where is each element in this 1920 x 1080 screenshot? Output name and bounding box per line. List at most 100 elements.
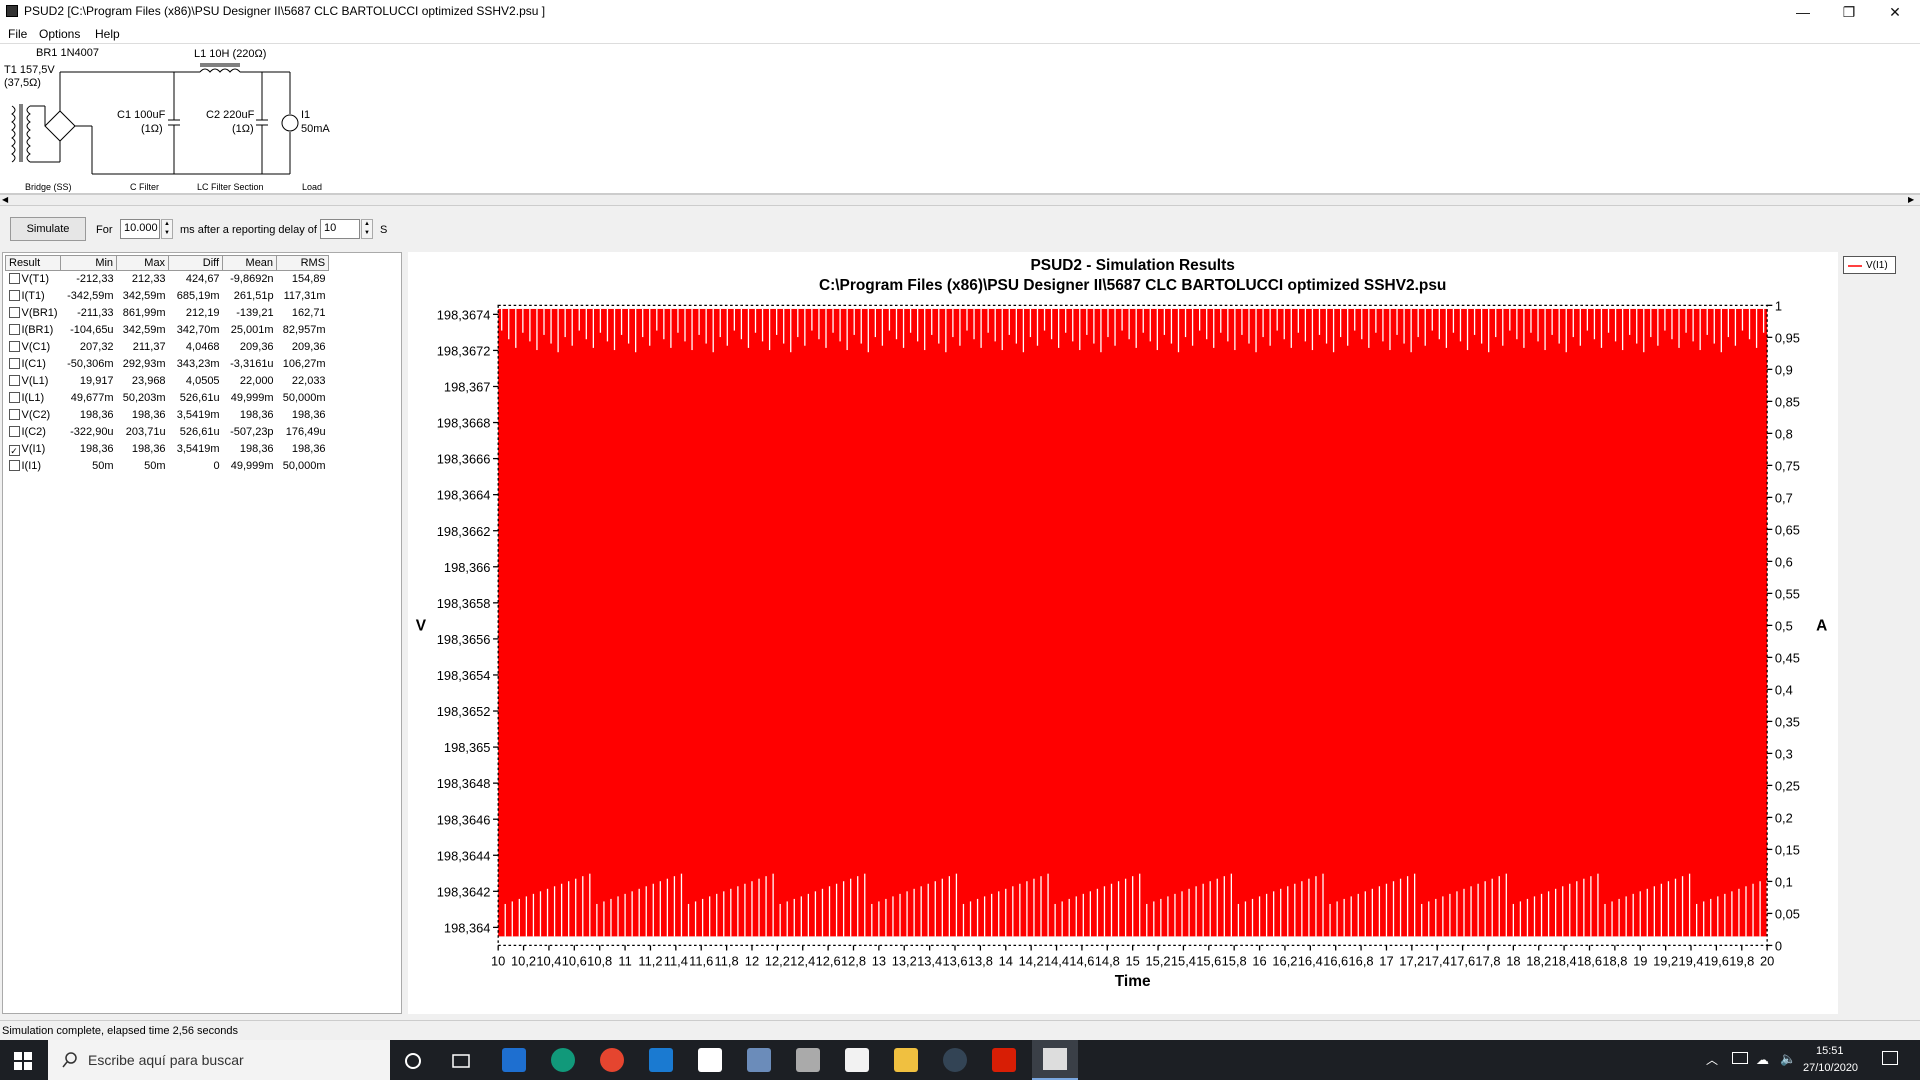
x-tick-label: 12,6: [816, 954, 841, 969]
notifications-icon[interactable]: [1882, 1051, 1898, 1065]
result-checkbox[interactable]: [8, 375, 20, 386]
result-name-cell: ✓ V(I1): [6, 441, 61, 458]
cortana-icon[interactable]: [404, 1052, 422, 1070]
mail-icon[interactable]: [649, 1048, 673, 1072]
table-row[interactable]: V(BR1) -211,33 861,99m 212,19 -139,21 162,71: [6, 305, 329, 322]
windows-start-icon[interactable]: [14, 1052, 32, 1070]
y2-axis-label: A: [1816, 618, 1827, 635]
table-row[interactable]: V(C2) 198,36 198,36 3,5419m 198,36 198,36: [6, 407, 329, 424]
x-tick-label: 11,8: [715, 954, 739, 969]
x-tick-label: 14,2: [1019, 954, 1044, 969]
store-icon[interactable]: [502, 1048, 526, 1072]
menu-bar: File Options Help: [0, 24, 1920, 44]
y2-tick-label: 0,1: [1775, 875, 1793, 890]
result-diff-cell: 3,5419m: [176, 443, 220, 455]
table-row[interactable]: I(I1) 50m 50m 0 49,999m 50,000m: [6, 458, 329, 475]
notepad-icon[interactable]: [845, 1048, 869, 1072]
duration-input[interactable]: 10.000: [120, 219, 160, 239]
close-button[interactable]: ✕: [1872, 0, 1918, 24]
result-checkbox[interactable]: [8, 307, 20, 318]
result-mean-cell: -3,3161u: [230, 358, 274, 370]
table-row[interactable]: I(T1) -342,59m 342,59m 685,19m 261,51p 117,31…: [6, 288, 329, 305]
scroll-right-icon[interactable]: ▶: [1908, 195, 1914, 204]
x-tick-label: 18,6: [1577, 954, 1602, 969]
menu-file[interactable]: File: [8, 27, 27, 41]
chrome-icon[interactable]: [600, 1048, 624, 1072]
restore-button[interactable]: ❐: [1826, 0, 1872, 24]
x-tick-label: 19,4: [1678, 954, 1703, 969]
delay-stepper-icon[interactable]: ▲ ▼: [361, 219, 373, 239]
y-tick-label: 198,3644: [437, 848, 491, 863]
result-checkbox[interactable]: [8, 460, 20, 471]
chart-title: PSUD2 - Simulation Results: [1030, 257, 1234, 274]
paw-app-icon[interactable]: [943, 1048, 967, 1072]
table-row[interactable]: V(C1) 207,32 211,37 4,0468 209,36 209,36: [6, 339, 329, 356]
duration-stepper-icon[interactable]: ▲ ▼: [161, 219, 173, 239]
col-diff[interactable]: Diff: [168, 255, 224, 271]
schematic-scrollbar[interactable]: ◀ ▶: [0, 194, 1920, 206]
clock-date[interactable]: 27/10/2020: [1803, 1062, 1858, 1074]
col-rms[interactable]: RMS: [276, 255, 330, 271]
table-row[interactable]: I(C1) -50,306m 292,93m 343,23m -3,3161u 106,2…: [6, 356, 329, 373]
col-result[interactable]: Result: [4, 255, 62, 271]
y2-tick-label: 0,2: [1775, 811, 1793, 826]
tray-chevron-icon[interactable]: ︿: [1706, 1051, 1718, 1068]
result-checkbox[interactable]: [8, 273, 20, 285]
psud2-taskbar-button[interactable]: [1032, 1040, 1078, 1080]
printer-icon[interactable]: [796, 1048, 820, 1072]
c2-label: C2 220uF: [206, 109, 255, 121]
result-diff-cell: 212,19: [185, 307, 220, 319]
vpn-icon[interactable]: [551, 1048, 575, 1072]
table-row[interactable]: I(C2) -322,90u 203,71u 526,61u -507,23p 176,4…: [6, 424, 329, 441]
psud2-icon: [1043, 1048, 1067, 1070]
scroll-left-icon[interactable]: ◀: [2, 195, 8, 204]
result-min-cell: -50,306m: [67, 358, 114, 370]
minimize-button[interactable]: —: [1780, 0, 1826, 24]
col-max[interactable]: Max: [116, 255, 170, 271]
y-tick-label: 198,366: [444, 560, 491, 575]
task-view-icon[interactable]: [452, 1052, 470, 1070]
x-tick-label: 12,8: [841, 954, 866, 969]
delay-input[interactable]: 10: [320, 219, 360, 239]
menu-help[interactable]: Help: [95, 27, 120, 41]
result-checkbox[interactable]: [8, 409, 20, 420]
x-tick-label: 16: [1252, 954, 1266, 969]
table-row[interactable]: V(T1) -212,33 212,33 424,67 -9,8692n 154,89: [6, 271, 329, 288]
result-checkbox[interactable]: [8, 426, 20, 437]
table-row[interactable]: V(L1) 19,917 23,968 4,0505 22,000 22,033: [6, 373, 329, 390]
table-row[interactable]: I(BR1) -104,65u 342,59m 342,70m 25,001m 82,95…: [6, 322, 329, 339]
result-mean-cell: 25,001m: [230, 324, 274, 336]
simulate-button[interactable]: Simulate: [10, 217, 86, 241]
result-name: I(I1): [21, 460, 42, 472]
result-name: V(T1): [21, 273, 50, 286]
calculator-icon[interactable]: [747, 1048, 771, 1072]
result-checkbox[interactable]: [8, 324, 20, 335]
col-mean[interactable]: Mean: [222, 255, 278, 271]
onedrive-icon[interactable]: ☁: [1756, 1052, 1769, 1068]
result-name-cell: I(C1): [6, 356, 61, 373]
result-checkbox[interactable]: [8, 341, 20, 352]
result-checkbox[interactable]: [8, 392, 20, 403]
result-checkbox[interactable]: [8, 358, 20, 369]
search-icon: [62, 1052, 77, 1068]
menu-options[interactable]: Options: [39, 27, 80, 41]
file-explorer-icon[interactable]: [894, 1048, 918, 1072]
table-row[interactable]: ✓ V(I1) 198,36 198,36 3,5419m 198,36 198,36: [6, 441, 329, 458]
result-checkbox[interactable]: [8, 290, 20, 301]
result-checkbox[interactable]: ✓: [8, 444, 20, 456]
result-name: V(I1): [21, 442, 46, 455]
col-min[interactable]: Min: [60, 255, 118, 271]
y2-tick-label: 0: [1775, 939, 1782, 954]
clock-time[interactable]: 15:51: [1816, 1045, 1844, 1057]
result-min-cell: 49,677m: [70, 392, 114, 404]
result-diff-cell: 424,67: [185, 273, 220, 286]
x-tick-label: 14,6: [1069, 954, 1094, 969]
table-row[interactable]: I(L1) 49,677m 50,203m 526,61u 49,999m 50,000m: [6, 390, 329, 407]
network-icon[interactable]: [1732, 1052, 1748, 1064]
volume-icon[interactable]: 🔈: [1780, 1051, 1796, 1067]
acrobat-icon[interactable]: [992, 1048, 1016, 1072]
x-tick-label: 13,2: [892, 954, 917, 969]
7zip-icon[interactable]: [698, 1048, 722, 1072]
x-tick-label: 13,8: [968, 954, 993, 969]
result-rms-cell: 50,000m: [282, 460, 326, 472]
